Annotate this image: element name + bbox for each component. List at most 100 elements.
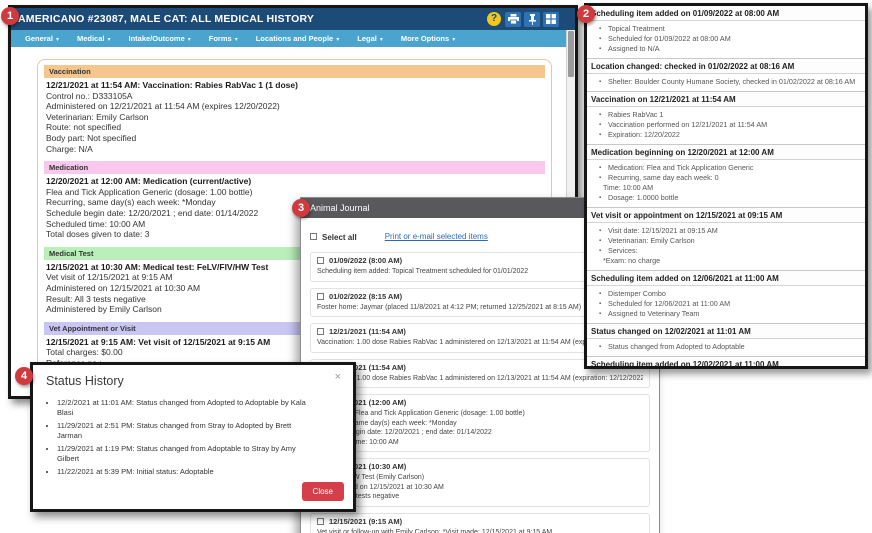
print-button[interactable] (505, 12, 521, 27)
timeline-item-list: ▪Rabies RabVac 1▪Vaccination performed o… (587, 107, 865, 144)
pin-icon (528, 14, 537, 25)
select-all-control: Select all (310, 227, 357, 245)
timeline-item: ▪Assigned to Veterinary Team (599, 309, 861, 319)
timeline-section: Vet visit or appointment on 12/15/2021 a… (587, 207, 865, 270)
timeline-item: ▪ Topical Treatment (599, 24, 861, 34)
bullet-icon: ▪ (599, 34, 601, 44)
journal-entry-text: Vet visit or follow-up with Emily Carlso… (317, 528, 643, 533)
record-detail: Charge: N/A (44, 144, 545, 155)
timeline-section-header: Medication beginning on 12/20/2021 at 12… (587, 145, 865, 160)
record-title: 12/21/2021 at 11:54 AM: Vaccination: Rab… (44, 80, 545, 91)
journal-entry-text: Recurring, same day(s) each week: *Monda… (317, 419, 643, 429)
timeline-item-text: Topical Treatment (608, 24, 665, 33)
journal-entry-date: 01/02/2022 (8:15 AM) (329, 292, 402, 301)
help-button[interactable]: ? (486, 12, 502, 27)
timeline-item-text: Dosage: 1.0000 bottle (608, 193, 678, 202)
bullet-icon: ▪ (599, 77, 601, 87)
annotation-badge-2: 2 (577, 5, 595, 23)
timeline-section-header: Status changed on 12/02/2021 at 11:01 AM (587, 324, 865, 339)
timeline-item: ▪ Visit date: 12/15/2021 at 09:15 AM (599, 226, 861, 236)
scrollbar-thumb[interactable] (568, 31, 574, 77)
menu-item-intake-outcome[interactable]: Intake/Outcome▾ (119, 30, 199, 47)
timeline-section-header: Location changed: checked in 01/02/2022 … (587, 59, 865, 74)
close-icon[interactable]: × (335, 372, 341, 383)
close-button[interactable]: Close (302, 482, 344, 501)
timeline-section: Location changed: checked in 01/02/2022 … (587, 58, 865, 91)
journal-entry[interactable]: 12/15/2021 (9:15 AM)Vet visit or follow-… (310, 513, 650, 533)
timeline-section: Vaccination on 12/21/2021 at 11:54 AM▪Ra… (587, 91, 865, 144)
entry-checkbox[interactable] (317, 328, 324, 335)
select-all-checkbox[interactable] (310, 233, 317, 240)
timeline-item: ▪Expiration: 12/20/2022 (599, 130, 861, 140)
bullet-icon: ▪ (599, 289, 601, 299)
timeline-section-header: Scheduling item added on 12/06/2021 at 1… (587, 271, 865, 286)
timeline-item: ▪Status changed from Adopted to Adoptabl… (599, 342, 861, 352)
menu-item-locations-and-people[interactable]: Locations and People▾ (247, 30, 349, 47)
chevron-down-icon: ▾ (235, 37, 238, 43)
menu-item-more-options[interactable]: More Options▾ (392, 30, 464, 47)
journal-entry-text: Result: All 3 tests negative (317, 492, 643, 502)
timeline-item-text: Visit date: 12/15/2021 at 09:15 AM (608, 226, 718, 235)
record-title: 12/20/2021 at 12:00 AM: Medication (curr… (44, 176, 545, 187)
layout-grid-button[interactable] (543, 12, 559, 27)
timeline-item: Time: 10:00 AM (599, 183, 861, 193)
bullet-icon: ▪ (599, 163, 601, 173)
timeline-item-list: ▪Shelter: Boulder County Humane Society,… (587, 74, 865, 91)
entry-checkbox[interactable] (317, 518, 324, 525)
entry-checkbox[interactable] (317, 293, 324, 300)
bullet-icon: ▪ (599, 226, 601, 236)
timeline-item-text: Scheduled for 01/09/2022 at 08:00 AM (608, 34, 731, 43)
timeline-item: ▪Shelter: Boulder County Humane Society,… (599, 77, 861, 87)
journal-entry-text: Vaccination: 1.00 dose Rabies RabVac 1 a… (317, 374, 643, 384)
annotation-badge-1: 1 (1, 7, 19, 25)
bullet-icon: ▪ (599, 130, 601, 140)
timeline-item: ▪Scheduled for 12/06/2021 at 11:00 AM (599, 299, 861, 309)
menu-item-legal[interactable]: Legal▾ (348, 30, 392, 47)
timeline-section: Medication beginning on 12/20/2021 at 12… (587, 144, 865, 207)
chevron-down-icon: ▾ (380, 37, 383, 43)
status-history-item: 11/29/2021 at 1:19 PM: Status changed fr… (57, 444, 315, 464)
select-all-label: Select all (322, 233, 357, 242)
timeline-sections: Scheduling item added on 01/09/2022 at 0… (587, 6, 865, 369)
bullet-icon: ▪ (599, 299, 601, 309)
record-detail: Veterinarian: Emily Carlson (44, 112, 545, 123)
timeline-section-header: Vet visit or appointment on 12/15/2021 a… (587, 208, 865, 223)
menu-item-label: Locations and People (256, 34, 334, 43)
journal-entry-header: 12/20/2021 (12:00 AM) (317, 398, 643, 407)
menu-item-medical[interactable]: Medical▾ (68, 30, 120, 47)
timeline-item-list: ▪Medication: Flea and Tick Application G… (587, 160, 865, 207)
title-bar-actions: ? (486, 12, 559, 27)
menu-item-general[interactable]: General▾ (16, 30, 68, 47)
chevron-down-icon: ▾ (452, 37, 455, 43)
menu-item-label: Medical (77, 34, 105, 43)
timeline-item: ▪Assigned to N/A (599, 44, 861, 54)
timeline-item: ▪ Rabies RabVac 1 (599, 110, 861, 120)
pin-button[interactable] (524, 12, 540, 27)
entry-checkbox[interactable] (317, 257, 324, 264)
status-history-dialog: Status History × 12/2/2021 at 11:01 AM: … (30, 362, 356, 512)
timeline-item: ▪Vaccination performed on 12/21/2021 at … (599, 120, 861, 130)
timeline-panel: Scheduling item added on 01/09/2022 at 0… (584, 3, 868, 369)
journal-entry-date: 01/09/2022 (8:00 AM) (329, 256, 402, 265)
menu-item-forms[interactable]: Forms▾ (200, 30, 247, 47)
journal-entry[interactable]: 12/20/2021 (12:00 AM)Medication: Flea an… (310, 394, 650, 452)
bullet-icon: ▪ (599, 110, 601, 120)
timeline-item: ▪Recurring, same day each week: 0 (599, 173, 861, 183)
timeline-item-text: Rabies RabVac 1 (608, 110, 663, 119)
section-header: Medication (44, 161, 545, 174)
journal-entry-text: Scheduled time: 10:00 AM (317, 438, 643, 448)
menu-bar: General▾Medical▾Intake/Outcome▾Forms▾Loc… (11, 30, 566, 47)
help-icon: ? (487, 12, 501, 26)
timeline-item-text: Vaccination performed on 12/21/2021 at 1… (608, 120, 767, 129)
menu-item-label: Forms (209, 34, 232, 43)
chevron-down-icon: ▾ (336, 37, 339, 43)
status-history-item: 11/22/2021 at 5:39 PM: Initial status: A… (57, 467, 315, 477)
print-email-link[interactable]: Print or e-mail selected items (385, 232, 488, 241)
journal-entry[interactable]: 12/15/2021 (10:30 AM)FeLV/FIV/HW Test (E… (310, 458, 650, 507)
record-detail: Route: not specified (44, 122, 545, 133)
timeline-item: ▪Veterinarian: Emily Carlson (599, 236, 861, 246)
bullet-icon: ▪ (599, 24, 601, 34)
timeline-item-list: ▪Distemper Combo▪Scheduled for 12/06/202… (587, 286, 865, 323)
bullet-icon: ▪ (599, 246, 601, 256)
timeline-item: ▪Medication: Flea and Tick Application G… (599, 163, 861, 173)
